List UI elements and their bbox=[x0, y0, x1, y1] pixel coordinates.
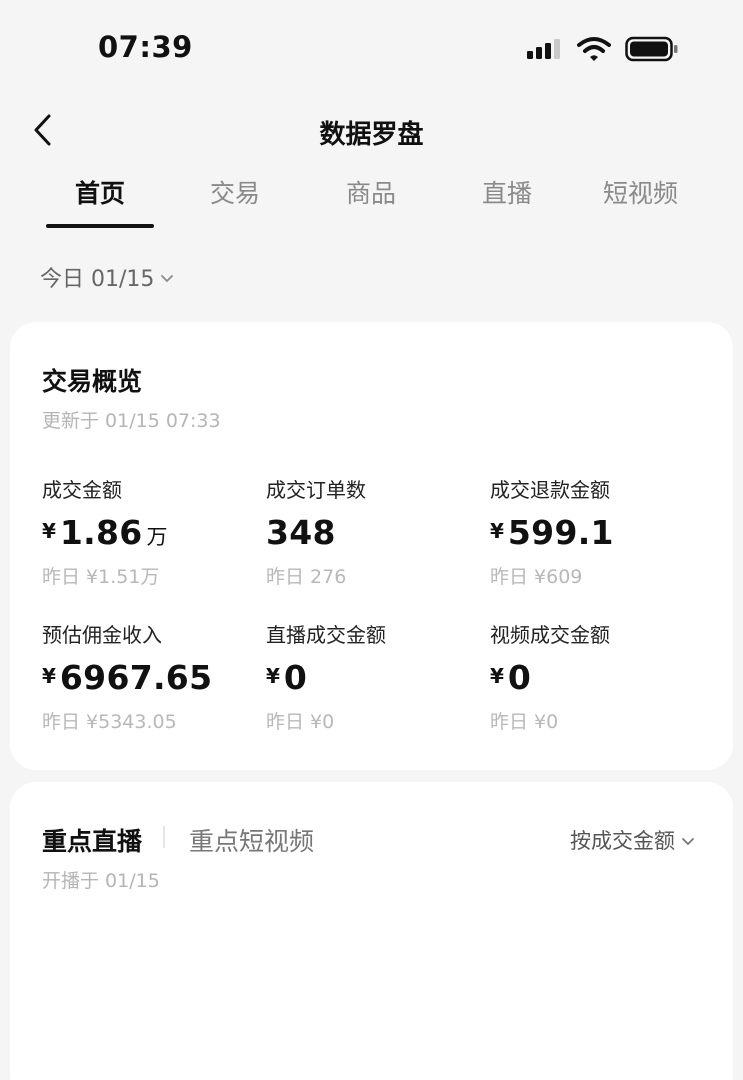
updated-time: 更新于 01/15 07:33 bbox=[42, 410, 221, 432]
tab-divider bbox=[163, 826, 165, 848]
metric-previous: 昨日 ¥0 bbox=[490, 711, 559, 733]
metric-previous: 昨日 ¥609 bbox=[490, 566, 583, 588]
wifi-icon bbox=[577, 36, 611, 66]
chevron-down-icon bbox=[681, 828, 695, 852]
metric-number: 6967.65 bbox=[59, 658, 213, 697]
sort-selector[interactable]: 按成交金额 bbox=[570, 825, 695, 855]
metric-label: 视频成交金额 bbox=[490, 623, 610, 647]
metric-number: 348 bbox=[266, 513, 336, 552]
metric-previous: 昨日 ¥0 bbox=[266, 711, 335, 733]
metric-number: 0 bbox=[507, 658, 532, 697]
metric-value: ¥ 0 bbox=[490, 658, 700, 697]
tab-focus-live[interactable]: 重点直播 bbox=[42, 822, 142, 858]
active-tab-indicator bbox=[46, 224, 154, 228]
status-bar: 07:39 bbox=[0, 0, 743, 100]
sort-label: 按成交金额 bbox=[570, 829, 675, 853]
metric-number: 0 bbox=[283, 658, 308, 697]
metric-label: 成交订单数 bbox=[266, 478, 366, 502]
metric-previous: 昨日 ¥1.51万 bbox=[42, 566, 160, 588]
metric-gmv[interactable]: 成交金额 ¥ 1.86 万 昨日 ¥1.51万 bbox=[42, 474, 252, 589]
currency-symbol: ¥ bbox=[42, 664, 56, 688]
metric-previous: 昨日 276 bbox=[266, 566, 347, 588]
metric-value: 348 bbox=[266, 513, 476, 552]
metric-label: 预估佣金收入 bbox=[42, 623, 162, 647]
date-selector[interactable]: 今日 01/15 bbox=[40, 261, 174, 293]
metric-value: ¥ 599.1 bbox=[490, 513, 700, 552]
metric-refund[interactable]: 成交退款金额 ¥ 599.1 昨日 ¥609 bbox=[490, 474, 700, 589]
tab-bar: 首页 交易 商品 直播 短视频 bbox=[0, 170, 743, 232]
date-label: 今日 01/15 bbox=[40, 267, 155, 292]
page-title: 数据罗盘 bbox=[319, 120, 424, 150]
status-icons bbox=[527, 36, 679, 66]
metric-commission[interactable]: 预估佣金收入 ¥ 6967.65 昨日 ¥5343.05 bbox=[42, 619, 252, 734]
metric-label: 成交退款金额 bbox=[490, 478, 610, 502]
tab-short-video[interactable]: 短视频 bbox=[603, 174, 678, 210]
metric-number: 599.1 bbox=[507, 513, 614, 552]
tab-home[interactable]: 首页 bbox=[75, 174, 125, 210]
nav-bar: 数据罗盘 bbox=[0, 100, 743, 162]
metric-unit: 万 bbox=[146, 525, 168, 549]
metric-value: ¥ 1.86 万 bbox=[42, 513, 252, 552]
currency-symbol: ¥ bbox=[42, 519, 56, 543]
tab-trade[interactable]: 交易 bbox=[210, 174, 260, 210]
tab-products[interactable]: 商品 bbox=[346, 174, 396, 210]
status-time: 07:39 bbox=[98, 30, 193, 64]
battery-icon bbox=[625, 36, 679, 66]
metric-label: 成交金额 bbox=[42, 478, 122, 502]
metric-previous: 昨日 ¥5343.05 bbox=[42, 711, 177, 733]
tab-live[interactable]: 直播 bbox=[482, 174, 532, 210]
metric-video-gmv[interactable]: 视频成交金额 ¥ 0 昨日 ¥0 bbox=[490, 619, 700, 734]
chevron-down-icon bbox=[160, 265, 174, 290]
screen: 07:39 数据罗盘 首页 交易 商品 直播 短视频 今日 01/15 交易概览… bbox=[0, 0, 743, 1080]
metric-number: 1.86 bbox=[59, 513, 143, 552]
tab-focus-short-video[interactable]: 重点短视频 bbox=[189, 822, 314, 858]
metric-value: ¥ 0 bbox=[266, 658, 476, 697]
live-start-time: 开播于 01/15 bbox=[42, 870, 160, 892]
currency-symbol: ¥ bbox=[266, 664, 280, 688]
trade-overview-card: 交易概览 更新于 01/15 07:33 成交金额 ¥ 1.86 万 昨日 ¥1… bbox=[10, 322, 733, 770]
signal-icon bbox=[527, 37, 563, 65]
currency-symbol: ¥ bbox=[490, 664, 504, 688]
metric-live-gmv[interactable]: 直播成交金额 ¥ 0 昨日 ¥0 bbox=[266, 619, 476, 734]
currency-symbol: ¥ bbox=[490, 519, 504, 543]
focus-card: 重点直播 重点短视频 按成交金额 开播于 01/15 bbox=[10, 782, 733, 1080]
metric-value: ¥ 6967.65 bbox=[42, 658, 252, 697]
metric-label: 直播成交金额 bbox=[266, 623, 386, 647]
card-title: 交易概览 bbox=[42, 367, 143, 396]
metric-orders[interactable]: 成交订单数 348 昨日 276 bbox=[266, 474, 476, 589]
